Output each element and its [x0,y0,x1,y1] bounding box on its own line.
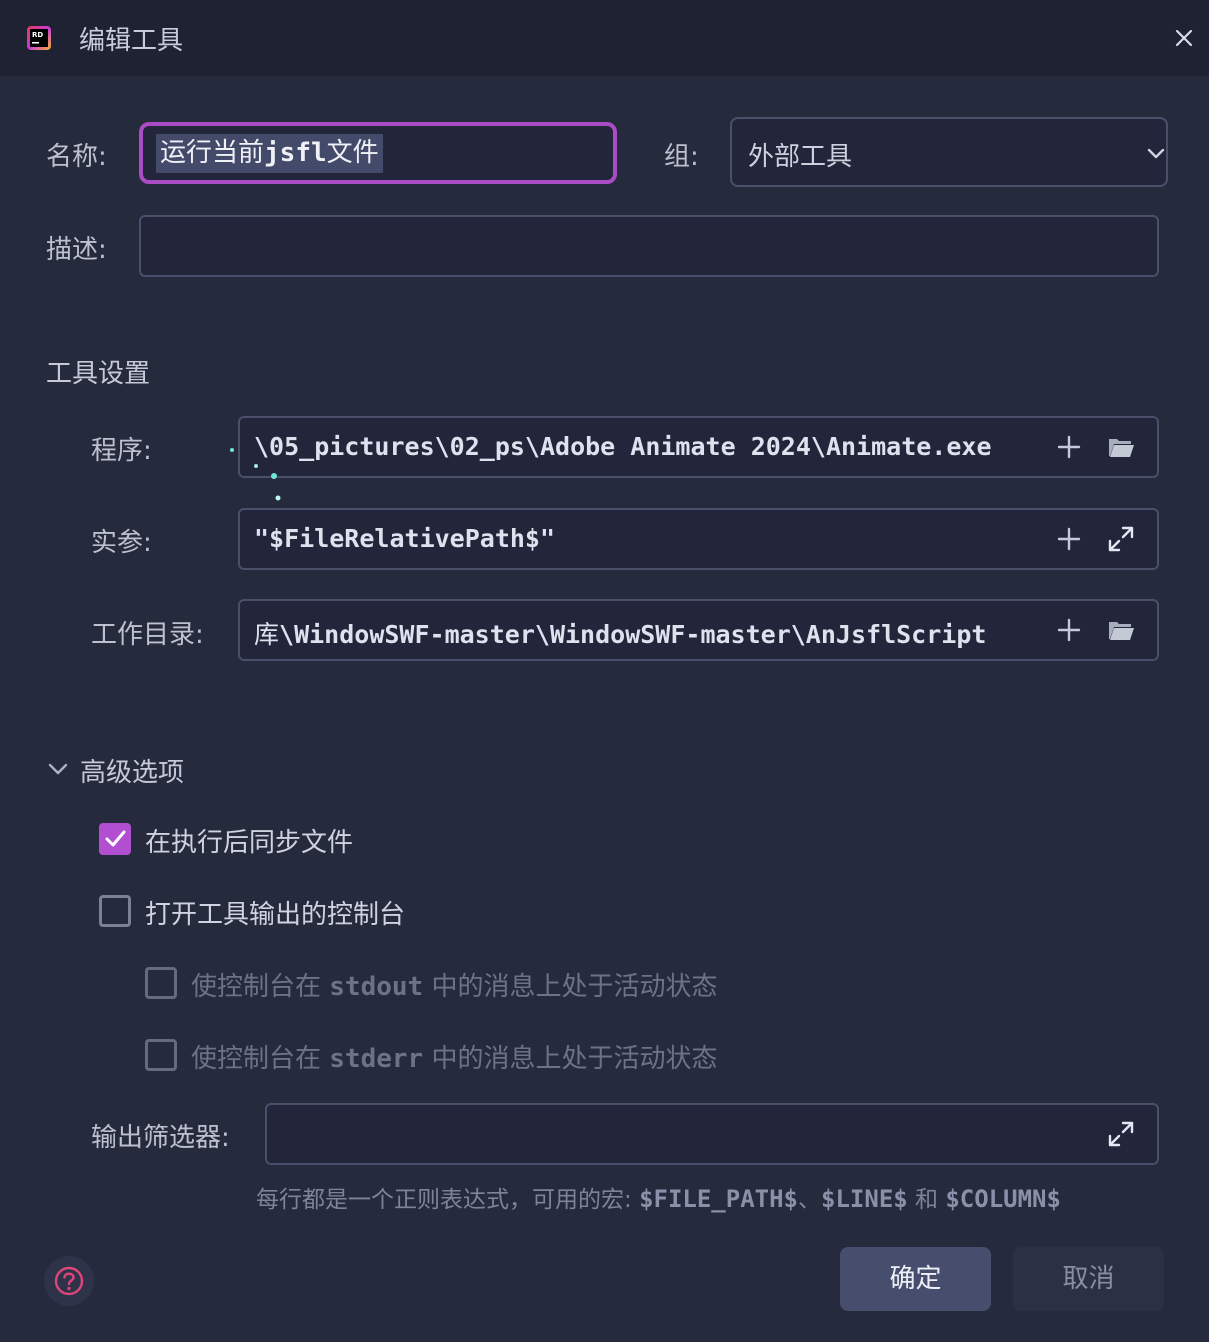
stderr-active-label: 使控制台在 stderr 中的消息上处于活动状态 [191,1044,718,1074]
program-value: \05_pictures\02_ps\Adobe Animate 2024\An… [254,432,992,461]
checkmark-icon [105,830,126,847]
expand-icon[interactable] [1106,1119,1136,1149]
description-label: 描述: [46,235,107,265]
arguments-label: 实参: [91,528,152,558]
name-value: 运行当前jsfl文件 [156,134,383,173]
tool-settings-title: 工具设置 [46,359,151,389]
name-label: 名称: [46,142,107,172]
window-title: 编辑工具 [79,26,184,56]
group-value: 外部工具 [748,142,853,172]
chevron-down-icon [1147,148,1165,159]
stdout-active-checkbox[interactable] [145,967,177,999]
working-directory-input[interactable]: 库\WindowSWF-master\WindowSWF-master\AnJs… [238,599,1159,661]
chevron-down-icon[interactable] [46,757,70,781]
open-console-checkbox[interactable] [99,895,131,927]
add-macro-icon[interactable] [1054,615,1084,645]
stdout-active-label: 使控制台在 stdout 中的消息上处于活动状态 [191,972,718,1002]
working-directory-label: 工作目录: [91,620,204,650]
close-button[interactable] [1170,24,1198,52]
arguments-value: "$FileRelativePath$" [254,524,556,553]
ok-button[interactable]: 确定 [840,1247,991,1311]
folder-open-icon[interactable] [1106,432,1136,462]
name-input[interactable]: 运行当前jsfl文件 [139,122,617,184]
stderr-active-checkbox[interactable] [145,1039,177,1071]
sync-files-label: 在执行后同步文件 [145,828,354,858]
output-filter-label: 输出筛选器: [91,1123,230,1153]
group-select[interactable]: 外部工具 [730,117,1168,187]
folder-open-icon[interactable] [1106,615,1136,645]
output-filter-hint: 每行都是一个正则表达式，可用的宏: $FILE_PATH$、$LINE$ 和 $… [256,1185,1061,1213]
help-icon [54,1266,84,1296]
rider-logo-icon: RD [27,26,51,50]
program-input[interactable]: \05_pictures\02_ps\Adobe Animate 2024\An… [238,416,1159,478]
help-button[interactable] [44,1256,94,1306]
add-macro-icon[interactable] [1054,524,1084,554]
program-label: 程序: [91,436,152,466]
arguments-input[interactable]: "$FileRelativePath$" [238,508,1159,570]
add-macro-icon[interactable] [1054,432,1084,462]
open-console-label: 打开工具输出的控制台 [145,900,406,930]
description-input[interactable] [139,215,1159,277]
group-label: 组: [664,142,699,172]
sync-files-checkbox[interactable] [99,823,131,855]
cancel-button[interactable]: 取消 [1013,1247,1164,1311]
title-bar: RD 编辑工具 [0,0,1209,76]
svg-text:RD: RD [32,31,43,39]
close-icon [1175,29,1193,47]
expand-icon[interactable] [1106,524,1136,554]
output-filter-input[interactable] [265,1103,1159,1165]
advanced-options-toggle[interactable]: 高级选项 [80,752,184,789]
working-directory-value: 库\WindowSWF-master\WindowSWF-master\AnJs… [254,620,987,649]
